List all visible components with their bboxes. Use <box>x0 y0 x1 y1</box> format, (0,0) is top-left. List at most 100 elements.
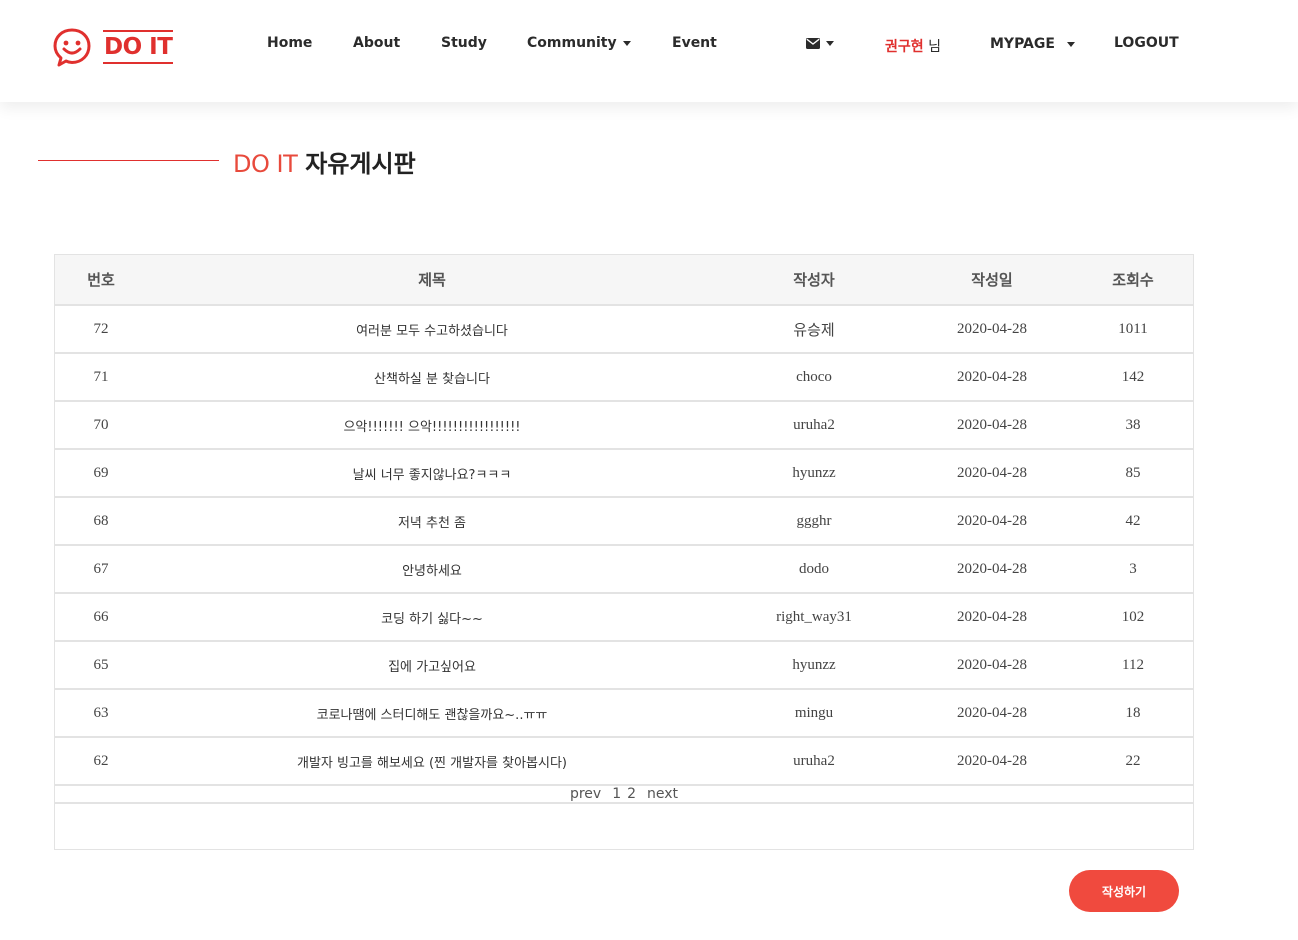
table-row[interactable]: 65 집에 가고싶어요 hyunzz 2020-04-28 112 <box>55 641 1193 690</box>
post-views: 38 <box>1073 401 1193 450</box>
prev-page-link[interactable]: prev <box>570 786 601 801</box>
post-number: 67 <box>55 545 147 594</box>
post-date: 2020-04-28 <box>911 449 1073 498</box>
page-link-2[interactable]: 2 <box>627 786 636 801</box>
table-row[interactable]: 68 저녁 추천 좀 ggghr 2020-04-28 42 <box>55 497 1193 546</box>
pagination: prev 1 2 next <box>55 785 1193 804</box>
pager: prev 1 2 next <box>567 786 681 801</box>
table-row[interactable]: 67 안녕하세요 dodo 2020-04-28 3 <box>55 545 1193 594</box>
post-date: 2020-04-28 <box>911 641 1073 690</box>
nav-home[interactable]: Home <box>267 35 312 51</box>
post-views: 142 <box>1073 353 1193 402</box>
mypage-dropdown[interactable]: MYPAGE <box>990 36 1075 52</box>
post-author: 유승제 <box>717 305 911 354</box>
mypage-label: MYPAGE <box>990 36 1055 52</box>
post-subject[interactable]: 저녁 추천 좀 <box>147 497 717 546</box>
post-subject[interactable]: 으악!!!!!!! 으악!!!!!!!!!!!!!!!!! <box>147 401 717 450</box>
post-author: hyunzz <box>717 641 911 690</box>
post-views: 18 <box>1073 689 1193 738</box>
next-page-link[interactable]: next <box>647 786 678 801</box>
column-header-number: 번호 <box>55 255 147 306</box>
post-views: 22 <box>1073 737 1193 786</box>
column-header-author: 작성자 <box>717 255 911 306</box>
post-number: 72 <box>55 305 147 354</box>
post-author: ggghr <box>717 497 911 546</box>
site-header: DO IT Home About Study Community Event 권… <box>0 0 1298 102</box>
table-row[interactable]: 71 산책하실 분 찾습니다 choco 2020-04-28 142 <box>55 353 1193 402</box>
post-number: 70 <box>55 401 147 450</box>
table-row[interactable]: 70 으악!!!!!!! 으악!!!!!!!!!!!!!!!!! uruha2 202… <box>55 401 1193 450</box>
title-divider <box>38 160 219 161</box>
post-views: 102 <box>1073 593 1193 642</box>
page-title-board: 자유게시판 <box>305 150 416 178</box>
post-author: uruha2 <box>717 737 911 786</box>
table-row[interactable]: 63 코로나땜에 스터디해도 괜찮을까요~..ㅠㅠ mingu 2020-04-28 1… <box>55 689 1193 738</box>
post-number: 68 <box>55 497 147 546</box>
user-suffix: 님 <box>928 39 941 55</box>
user-greeting: 권구현 님 <box>885 36 941 56</box>
table-row[interactable]: 66 코딩 하기 싫다~~ right_way31 2020-04-28 102 <box>55 593 1193 642</box>
post-subject[interactable]: 집에 가고싶어요 <box>147 641 717 690</box>
pagination-row: prev 1 2 next <box>55 785 1193 804</box>
post-views: 1011 <box>1073 305 1193 354</box>
column-header-subject: 제목 <box>147 255 717 306</box>
table-header-row: 번호 제목 작성자 작성일 조회수 <box>55 255 1193 306</box>
column-header-views: 조회수 <box>1073 255 1193 306</box>
post-date: 2020-04-28 <box>911 545 1073 594</box>
post-subject[interactable]: 안녕하세요 <box>147 545 717 594</box>
nav-event[interactable]: Event <box>672 35 717 51</box>
post-subject[interactable]: 여러분 모두 수고하셨습니다 <box>147 305 717 354</box>
nav-about[interactable]: About <box>353 35 400 51</box>
site-logo[interactable]: DO IT <box>52 27 174 67</box>
messages-dropdown[interactable] <box>806 38 834 49</box>
board-table-container: 번호 제목 작성자 작성일 조회수 72 여러분 모두 수고하셨습니다 유승제 202… <box>54 254 1194 850</box>
envelope-icon <box>806 38 820 49</box>
post-number: 65 <box>55 641 147 690</box>
page-link-1[interactable]: 1 <box>612 786 621 801</box>
nav-community[interactable]: Community <box>527 35 631 51</box>
post-views: 112 <box>1073 641 1193 690</box>
logo-text: DO IT <box>103 30 174 64</box>
table-row[interactable]: 69 날씨 너무 좋지않나요?ㅋㅋㅋ hyunzz 2020-04-28 85 <box>55 449 1193 498</box>
nav-community-label: Community <box>527 35 617 51</box>
table-row[interactable]: 62 개발자 빙고를 해보세요 (찐 개발자를 찾아봅시다) uruha2 2020-… <box>55 737 1193 786</box>
post-author: choco <box>717 353 911 402</box>
post-author: right_way31 <box>717 593 911 642</box>
post-number: 63 <box>55 689 147 738</box>
board-table: 번호 제목 작성자 작성일 조회수 72 여러분 모두 수고하셨습니다 유승제 202… <box>55 255 1193 804</box>
post-date: 2020-04-28 <box>911 737 1073 786</box>
logout-link[interactable]: LOGOUT <box>1114 35 1179 51</box>
page-title-brand: DO IT <box>233 150 298 178</box>
post-date: 2020-04-28 <box>911 401 1073 450</box>
write-post-button[interactable]: 작성하기 <box>1069 870 1179 912</box>
nav-study[interactable]: Study <box>441 35 487 51</box>
post-date: 2020-04-28 <box>911 497 1073 546</box>
post-views: 42 <box>1073 497 1193 546</box>
post-number: 71 <box>55 353 147 402</box>
chevron-down-icon <box>826 41 834 46</box>
page-title: DO IT 자유게시판 <box>233 144 416 179</box>
post-author: dodo <box>717 545 911 594</box>
user-name: 권구현 <box>885 39 924 55</box>
post-subject[interactable]: 코딩 하기 싫다~~ <box>147 593 717 642</box>
post-author: hyunzz <box>717 449 911 498</box>
smiley-chat-icon <box>53 28 91 67</box>
chevron-down-icon <box>1066 41 1075 47</box>
post-date: 2020-04-28 <box>911 353 1073 402</box>
post-subject[interactable]: 개발자 빙고를 해보세요 (찐 개발자를 찾아봅시다) <box>147 737 717 786</box>
table-row[interactable]: 72 여러분 모두 수고하셨습니다 유승제 2020-04-28 1011 <box>55 305 1193 354</box>
column-header-date: 작성일 <box>911 255 1073 306</box>
table-body: 72 여러분 모두 수고하셨습니다 유승제 2020-04-28 1011 71 산책하실 … <box>55 305 1193 786</box>
chevron-down-icon <box>622 40 631 46</box>
post-subject[interactable]: 코로나땜에 스터디해도 괜찮을까요~..ㅠㅠ <box>147 689 717 738</box>
post-number: 66 <box>55 593 147 642</box>
post-number: 69 <box>55 449 147 498</box>
post-author: uruha2 <box>717 401 911 450</box>
post-date: 2020-04-28 <box>911 689 1073 738</box>
post-views: 3 <box>1073 545 1193 594</box>
post-author: mingu <box>717 689 911 738</box>
post-subject[interactable]: 날씨 너무 좋지않나요?ㅋㅋㅋ <box>147 449 717 498</box>
post-subject[interactable]: 산책하실 분 찾습니다 <box>147 353 717 402</box>
post-views: 85 <box>1073 449 1193 498</box>
post-date: 2020-04-28 <box>911 305 1073 354</box>
